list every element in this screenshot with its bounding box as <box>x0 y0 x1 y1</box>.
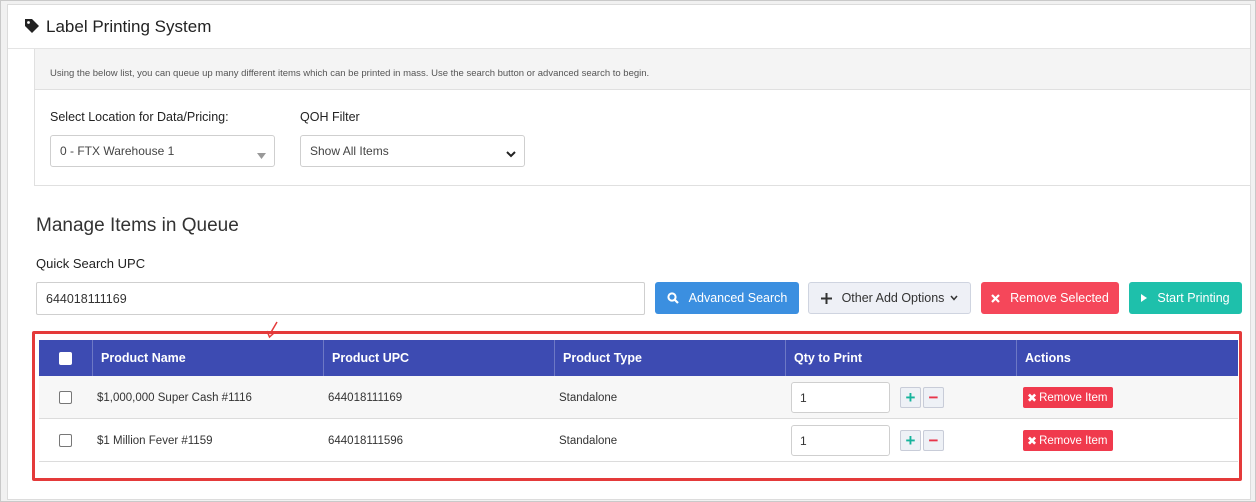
select-all-checkbox[interactable] <box>59 351 72 365</box>
remove-item-button[interactable]: ✖ Remove Item <box>1023 430 1114 451</box>
header-qty-to-print[interactable]: Qty to Print <box>785 340 1016 376</box>
close-icon <box>991 293 1000 303</box>
app-title: Label Printing System <box>46 16 212 36</box>
app-header: Label Printing System <box>8 5 1250 49</box>
remove-item-label: Remove Item <box>1039 391 1108 404</box>
caret-down-icon <box>257 148 266 162</box>
remove-item-button[interactable]: ✖ Remove Item <box>1023 387 1114 408</box>
plus-icon <box>820 292 832 304</box>
remove-selected-label: Remove Selected <box>1010 291 1109 305</box>
qty-input[interactable]: 1 <box>791 425 890 456</box>
row-checkbox[interactable] <box>59 391 72 404</box>
actions-cell: ✖ Remove Item <box>1023 376 1114 419</box>
queue-section-title: Manage Items in Queue <box>36 215 239 236</box>
advanced-search-label: Advanced Search <box>688 291 788 305</box>
qty-input[interactable]: 1 <box>791 382 890 413</box>
start-printing-button[interactable]: Start Printing <box>1129 282 1242 314</box>
product-upc-cell: 644018111596 <box>328 434 404 447</box>
qoh-select-value: Show All Items <box>310 144 389 158</box>
tag-icon <box>24 18 42 36</box>
row-select[interactable] <box>39 376 92 419</box>
location-select-value: 0 - FTX Warehouse 1 <box>60 144 175 158</box>
queue-table-highlight: Product Name Product UPC Product Type Qt… <box>32 331 1242 481</box>
table-row: $1,000,000 Super Cash #1116 644018111169… <box>39 376 1238 419</box>
panel-header: Using the below list, you can queue up m… <box>35 49 1250 90</box>
product-type-cell: Standalone <box>559 391 618 404</box>
decrement-minus-icon[interactable]: − <box>923 387 944 408</box>
remove-selected-button[interactable]: Remove Selected <box>981 282 1119 314</box>
close-icon: ✖ <box>1027 433 1038 448</box>
location-label: Select Location for Data/Pricing: <box>50 110 229 124</box>
header-select-all[interactable] <box>39 340 92 376</box>
product-type-cell: Standalone <box>559 434 618 447</box>
row-select[interactable] <box>39 419 92 462</box>
start-printing-label: Start Printing <box>1157 291 1230 305</box>
qty-cell: 1 + − <box>791 419 944 462</box>
advanced-search-button[interactable]: Advanced Search <box>655 282 799 314</box>
remove-item-label: Remove Item <box>1039 434 1108 447</box>
search-icon <box>667 292 679 304</box>
qoh-label: QOH Filter <box>300 110 360 124</box>
qoh-select[interactable]: Show All Items <box>300 135 525 167</box>
row-checkbox[interactable] <box>59 434 72 447</box>
main-card: Label Printing System Using the below li… <box>7 4 1251 500</box>
close-icon: ✖ <box>1027 390 1038 405</box>
header-actions: Actions <box>1016 340 1238 376</box>
other-add-options-label: Other Add Options <box>841 291 945 305</box>
product-name-cell: $1,000,000 Super Cash #1116 <box>97 391 252 404</box>
table-row: $1 Million Fever #1159 644018111596 Stan… <box>39 419 1238 462</box>
product-upc-cell: 644018111169 <box>328 391 403 404</box>
header-product-type[interactable]: Product Type <box>554 340 785 376</box>
screenshot-frame: Label Printing System Using the below li… <box>0 0 1256 502</box>
caret-right-icon <box>1141 294 1148 302</box>
qty-value: 1 <box>800 390 807 405</box>
other-add-options-button[interactable]: Other Add Options <box>808 282 971 314</box>
quick-search-value: 644018111169 <box>46 291 127 306</box>
panel-description: Using the below list, you can queue up m… <box>50 68 650 79</box>
qty-cell: 1 + − <box>791 376 944 419</box>
settings-panel: Using the below list, you can queue up m… <box>34 49 1251 186</box>
chevron-down-icon <box>506 147 516 161</box>
quick-search-label: Quick Search UPC <box>36 256 146 271</box>
qty-value: 1 <box>800 433 807 448</box>
increment-plus-icon[interactable]: + <box>900 430 921 451</box>
header-product-upc[interactable]: Product UPC <box>323 340 554 376</box>
product-name-cell: $1 Million Fever #1159 <box>97 434 213 447</box>
actions-cell: ✖ Remove Item <box>1023 419 1114 462</box>
location-select[interactable]: 0 - FTX Warehouse 1 <box>50 135 275 167</box>
table-header: Product Name Product UPC Product Type Qt… <box>39 340 1238 376</box>
increment-plus-icon[interactable]: + <box>900 387 921 408</box>
decrement-minus-icon[interactable]: − <box>923 430 944 451</box>
header-product-name[interactable]: Product Name <box>92 340 323 376</box>
chevron-down-icon <box>950 295 958 301</box>
quick-search-input[interactable]: 644018111169 <box>36 282 645 315</box>
